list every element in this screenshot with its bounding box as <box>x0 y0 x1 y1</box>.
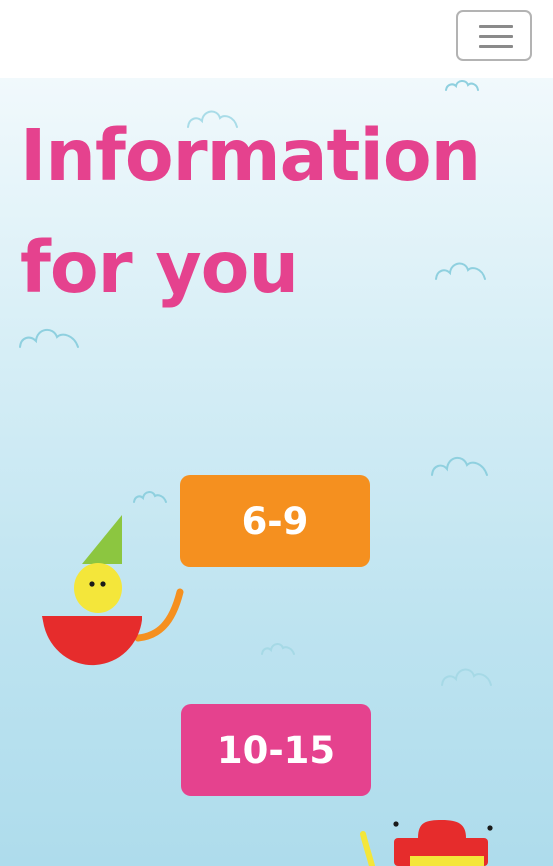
site-header <box>0 0 553 78</box>
age-6-9-label: 6-9 <box>241 499 309 543</box>
cloud-icon <box>19 329 79 348</box>
page: Information for you 6-9 10-15 <box>0 0 553 866</box>
cloud-icon <box>133 491 167 503</box>
cloud-icon <box>445 80 479 91</box>
age-10-15-label: 10-15 <box>216 728 336 772</box>
cloud-icon <box>261 643 295 655</box>
page-title: Information for you <box>20 100 540 324</box>
age-6-9-button[interactable]: 6-9 <box>180 475 370 567</box>
age-10-15-button[interactable]: 10-15 <box>181 704 371 796</box>
page-title-line-2: for you <box>20 226 299 309</box>
menu-toggle-button[interactable] <box>456 10 532 61</box>
hamburger-icon-bar <box>479 45 513 48</box>
hamburger-icon-bar <box>479 35 513 38</box>
cloud-icon <box>431 457 488 476</box>
cloud-icon <box>441 668 492 686</box>
page-title-line-1: Information <box>20 114 481 197</box>
hamburger-icon <box>479 25 513 28</box>
